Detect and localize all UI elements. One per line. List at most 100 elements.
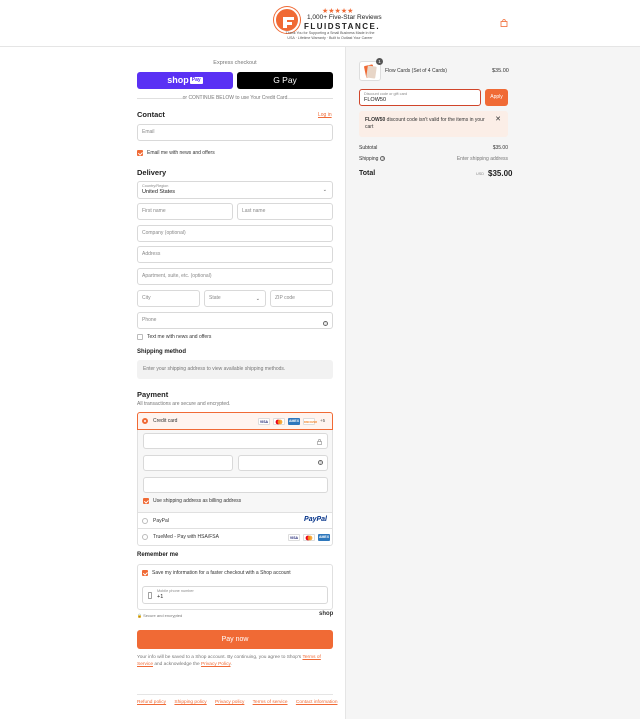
legal-suffix: .	[230, 662, 232, 667]
country-label: Country/Region	[142, 184, 169, 188]
shipping-notice: Enter your shipping address to view avai…	[137, 360, 333, 379]
billing-same-label: Use shipping address as billing address	[153, 498, 242, 504]
close-icon[interactable]: ✕	[495, 116, 501, 124]
shipping-value: Enter shipping address	[456, 156, 508, 162]
currency-code: USD	[476, 172, 485, 176]
privacy-policy-footer-link[interactable]: Privacy policy	[215, 700, 244, 705]
error-code: FLOW50	[365, 117, 386, 123]
refund-policy-link[interactable]: Refund policy	[137, 700, 166, 705]
google-pay-button[interactable]: G Pay	[237, 72, 333, 89]
fluidstance-logo-icon[interactable]	[274, 7, 300, 33]
state-select[interactable]: State ⌄	[204, 290, 266, 307]
mobile-phone-label: Mobile phone number	[157, 589, 194, 593]
payment-subtitle: All transactions are secure and encrypte…	[137, 401, 231, 407]
discount-code-value: FLOW50	[364, 97, 387, 103]
paypal-option[interactable]: PayPal PayPal	[137, 512, 333, 529]
shopping-bag-icon[interactable]	[500, 19, 508, 27]
address-field[interactable]: Address	[137, 246, 333, 263]
shop-pay-button[interactable]: shop Pay	[137, 72, 233, 89]
shipping-policy-link[interactable]: Shipping policy	[174, 700, 206, 705]
save-info-label: Save my information for a faster checkou…	[152, 570, 291, 576]
more-cards-count: +5	[320, 418, 326, 423]
reviews-count: 1,000+ Five-Star Reviews	[307, 14, 382, 21]
apply-button[interactable]: Apply	[485, 89, 508, 106]
credit-card-label: Credit card	[153, 418, 178, 424]
discount-error-message: FLOW50 discount code isn't valid for the…	[359, 111, 508, 137]
pay-now-button[interactable]: Pay now	[137, 630, 333, 649]
brand-name[interactable]: FLUIDSTANCE.	[304, 22, 380, 31]
expiration-date-field[interactable]	[143, 455, 233, 471]
country-select[interactable]: Country/Region United States ⌄	[137, 181, 333, 199]
product-price: $35.00	[492, 68, 509, 74]
site-header: ★★★★★ 1,000+ Five-Star Reviews FLUIDSTAN…	[0, 0, 640, 47]
paypal-radio[interactable]	[142, 518, 148, 524]
mastercard-icon	[303, 534, 315, 541]
billing-same-checkbox[interactable]	[143, 498, 149, 504]
help-circle-icon[interactable]: ?	[380, 156, 386, 162]
truemed-option[interactable]: TrueMed - Pay with HSA/FSA VISA AMEX	[137, 529, 333, 546]
truemed-label: TrueMed - Pay with HSA/FSA	[153, 534, 219, 540]
apartment-field[interactable]: Apartment, suite, etc. (optional)	[137, 268, 333, 285]
secure-text: Secure and encrypted	[143, 613, 183, 618]
total-label: Total	[359, 170, 376, 177]
truemed-radio[interactable]	[142, 534, 148, 540]
chevron-down-icon: ⌄	[322, 187, 327, 193]
credit-card-radio[interactable]	[142, 418, 148, 424]
first-name-field[interactable]: First name	[137, 203, 233, 220]
phone-field[interactable]: Phone ?	[137, 312, 333, 329]
paypal-logo: PayPal	[304, 516, 327, 523]
shipping-label-text: Shipping	[359, 156, 379, 162]
google-pay-label: G Pay	[273, 75, 297, 85]
news-offers-label: Email me with news and offers	[147, 150, 215, 156]
name-on-card-field[interactable]	[143, 477, 328, 493]
amex-icon: AMEX	[318, 534, 330, 541]
privacy-policy-link[interactable]: Privacy Policy	[201, 662, 231, 667]
secure-encrypted-note: 🔒 Secure and encrypted	[137, 613, 182, 618]
security-code-field[interactable]: ?	[238, 455, 328, 471]
phone-placeholder: Phone	[142, 317, 157, 323]
footer-links: Refund policy Shipping policy Privacy po…	[137, 700, 344, 705]
city-field[interactable]: City	[137, 290, 200, 307]
express-checkout-label: Express checkout	[213, 60, 257, 66]
contact-information-link[interactable]: Contact information	[296, 700, 338, 705]
total-value: $35.00	[488, 169, 513, 178]
company-field[interactable]: Company (optional)	[137, 225, 333, 242]
lock-icon	[317, 439, 322, 445]
credit-card-form: ? Use shipping address as billing addres…	[137, 430, 333, 512]
paypal-label: PayPal	[153, 518, 169, 524]
subtotal-value: $35.00	[492, 145, 508, 151]
delivery-title: Delivery	[137, 168, 167, 177]
amex-icon: AMEX	[288, 418, 300, 425]
shipping-label: Shipping?	[359, 156, 386, 162]
text-offers-checkbox[interactable]	[137, 334, 143, 340]
shop-logo: shop	[319, 611, 334, 617]
tagline: Thank You for Supporting a Small Busines…	[285, 31, 375, 40]
discount-code-field[interactable]: Discount code or gift card FLOW50	[359, 89, 481, 106]
quantity-badge: 1	[376, 58, 383, 65]
legal-prefix: Your info will be saved to a Shop accoun…	[137, 655, 303, 660]
help-circle-icon[interactable]: ?	[316, 460, 323, 466]
state-label: State	[209, 295, 221, 301]
card-number-field[interactable]	[143, 433, 328, 449]
country-value: United States	[142, 189, 176, 195]
news-offers-checkbox[interactable]	[137, 150, 143, 156]
contact-title: Contact	[137, 110, 165, 119]
email-field[interactable]: Email	[137, 124, 333, 141]
login-link[interactable]: Log in	[318, 112, 332, 118]
mastercard-icon	[273, 418, 285, 425]
lock-icon: 🔒	[137, 613, 142, 618]
discover-icon: DISCOVER	[303, 418, 317, 425]
visa-icon: VISA	[288, 534, 300, 541]
save-info-checkbox[interactable]	[142, 570, 148, 576]
shipping-method-title: Shipping method	[137, 349, 186, 355]
zip-field[interactable]: ZIP code	[270, 290, 333, 307]
remember-me-title: Remember me	[137, 552, 179, 558]
terms-of-service-footer-link[interactable]: Terms of service	[253, 700, 288, 705]
help-circle-icon[interactable]: ?	[321, 317, 328, 332]
credit-card-option[interactable]: Credit card VISA AMEX DISCOVER +5	[137, 412, 333, 430]
footer-divider	[137, 694, 333, 695]
last-name-field[interactable]: Last name	[237, 203, 333, 220]
mobile-phone-field[interactable]: Mobile phone number +1	[142, 586, 328, 604]
phone-icon	[148, 592, 152, 599]
payment-title: Payment	[137, 390, 169, 399]
